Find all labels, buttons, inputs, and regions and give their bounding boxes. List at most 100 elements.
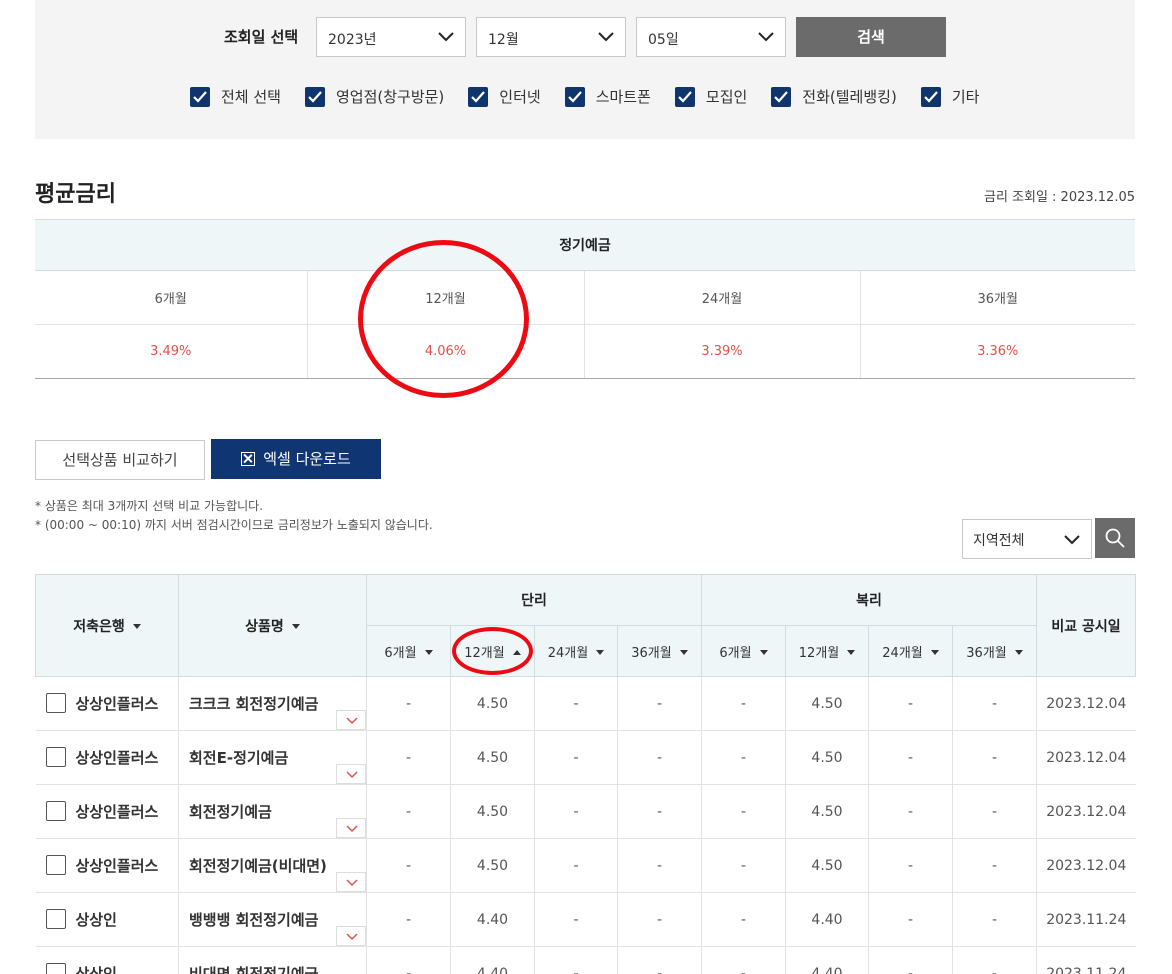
rate-cell-c24: -: [868, 676, 954, 731]
channel-checkbox-etc[interactable]: 기타: [920, 86, 979, 107]
product-name[interactable]: 회전E-정기예금: [189, 749, 288, 767]
table-row: 상상인 비대면 회전정기예금 -4.40- - -4.40- -2023.11.24: [35, 946, 1136, 974]
year-select[interactable]: 2023년: [316, 17, 466, 57]
col-header-compound-6[interactable]: 6개월: [701, 625, 787, 677]
expand-details-button[interactable]: [336, 872, 366, 892]
product-name[interactable]: 회전정기예금: [189, 803, 272, 821]
rate-cell-c12: 4.50: [785, 730, 870, 785]
period-label: 24개월: [547, 645, 589, 661]
rate-cell-c24: -: [868, 730, 954, 785]
rate-cell-s6: -: [366, 838, 451, 893]
col-header-bank[interactable]: 저축은행: [35, 574, 179, 677]
col-header-simple-12[interactable]: 12개월: [450, 625, 535, 677]
rate-cell-s36: -: [617, 784, 703, 839]
channel-checkbox-branch[interactable]: 영업점(창구방문): [304, 86, 445, 107]
average-period-24: 24개월: [584, 270, 861, 325]
search-icon: [1105, 528, 1125, 548]
chevron-down-icon: [438, 32, 454, 42]
rate-cell-s12: 4.50: [450, 838, 535, 893]
product-name[interactable]: 뱅뱅뱅 회전정기예금: [189, 911, 318, 929]
disclosure-date-cell: 2023.12.04: [1036, 838, 1136, 893]
sort-up-icon: [512, 649, 521, 655]
rate-cell-c6: -: [701, 676, 787, 731]
rate-cell-c12: 4.50: [785, 784, 870, 839]
rate-cell-c6: -: [701, 892, 787, 947]
average-period-6: 6개월: [35, 270, 308, 325]
rate-cell-s36: -: [617, 676, 703, 731]
product-name-cell: 회전정기예금(비대면): [178, 838, 367, 893]
row-select-checkbox[interactable]: [45, 801, 66, 821]
excel-download-button[interactable]: 엑셀 다운로드: [211, 439, 381, 479]
row-select-checkbox[interactable]: [45, 909, 66, 929]
rate-cell-c6: -: [701, 730, 787, 785]
col-header-simple-6[interactable]: 6개월: [366, 625, 451, 677]
product-name[interactable]: 회전정기예금(비대면): [189, 857, 327, 875]
checkbox-checked-icon: [304, 86, 325, 107]
rate-cell-c36: -: [952, 838, 1038, 893]
average-rate-category: 정기예금: [35, 219, 1135, 271]
average-period-12: 12개월: [307, 270, 585, 325]
col-header-simple-24[interactable]: 24개월: [534, 625, 618, 677]
bank-name: 상상인: [75, 965, 117, 974]
rate-cell-c24: -: [868, 946, 954, 974]
channel-label: 인터넷: [499, 88, 541, 106]
product-name[interactable]: 비대면 회전정기예금: [189, 965, 318, 974]
expand-details-button[interactable]: [336, 710, 366, 730]
chevron-down-icon: [346, 933, 358, 941]
product-name[interactable]: 크크크 회전정기예금: [189, 695, 318, 713]
col-group-simple-interest: 단리: [365, 574, 703, 626]
day-select[interactable]: 05일: [636, 17, 786, 57]
period-label: 6개월: [384, 645, 417, 661]
rate-cell-c6: -: [701, 838, 787, 893]
region-select[interactable]: 지역전체: [962, 519, 1092, 559]
period-label: 36개월: [631, 645, 672, 661]
rate-cell-s12: 4.50: [450, 784, 535, 839]
search-button[interactable]: 검색: [796, 17, 946, 57]
compare-products-button[interactable]: 선택상품 비교하기: [35, 440, 205, 480]
channel-checkbox-smartphone[interactable]: 스마트폰: [564, 86, 651, 107]
region-search-button[interactable]: [1095, 518, 1135, 558]
bank-name: 상상인플러스: [75, 749, 159, 767]
rate-cell-c36: -: [952, 946, 1038, 974]
day-select-value: 05일: [648, 32, 679, 48]
expand-details-button[interactable]: [336, 926, 366, 946]
col-header-compound-36[interactable]: 36개월: [952, 625, 1038, 677]
note-maintenance: * (00:00 ~ 00:10) 까지 서버 점검시간이므로 금리정보가 노출…: [35, 518, 433, 532]
disclosure-date-cell: 2023.12.04: [1036, 784, 1136, 839]
channel-checkbox-internet[interactable]: 인터넷: [468, 86, 541, 107]
row-select-checkbox[interactable]: [45, 747, 66, 767]
col-header-compound-24[interactable]: 24개월: [868, 625, 954, 677]
channel-label: 모집인: [705, 88, 748, 106]
rate-cell-c6: -: [701, 784, 787, 839]
col-header-product[interactable]: 상품명: [178, 574, 367, 677]
bank-cell: 상상인플러스: [35, 784, 179, 839]
chevron-down-icon: [1064, 535, 1080, 545]
rate-cell-c12: 4.50: [785, 838, 870, 893]
channel-label: 영업점(창구방문): [335, 88, 445, 106]
rate-query-date: 금리 조회일 : 2023.12.05: [983, 190, 1135, 205]
bank-cell: 상상인: [35, 946, 179, 974]
channel-label: 전화(텔레뱅킹): [802, 88, 897, 106]
bank-name: 상상인: [75, 911, 117, 929]
bank-cell: 상상인플러스: [35, 676, 179, 731]
rate-cell-s6: -: [366, 784, 451, 839]
channel-checkbox-all[interactable]: 전체 선택: [190, 86, 281, 107]
rate-cell-c12: 4.50: [785, 676, 870, 731]
month-select[interactable]: 12월: [476, 17, 626, 57]
bank-cell: 상상인플러스: [35, 730, 179, 785]
disclosure-date-cell: 2023.11.24: [1036, 892, 1136, 947]
row-select-checkbox[interactable]: [45, 693, 66, 713]
row-select-checkbox[interactable]: [45, 963, 66, 974]
channel-checkbox-phone[interactable]: 전화(텔레뱅킹): [771, 86, 897, 107]
expand-details-button[interactable]: [336, 764, 366, 784]
col-header-simple-36[interactable]: 36개월: [616, 625, 703, 677]
channel-checkbox-recruiter[interactable]: 모집인: [674, 86, 748, 107]
row-select-checkbox[interactable]: [45, 855, 66, 875]
checkbox-checked-icon: [771, 86, 792, 107]
col-header-compound-12[interactable]: 12개월: [785, 625, 870, 677]
rate-cell-s36: -: [617, 892, 703, 947]
expand-details-button[interactable]: [336, 818, 366, 838]
sort-down-icon: [1014, 649, 1023, 655]
chevron-down-icon: [598, 32, 614, 42]
sort-down-icon: [291, 623, 300, 629]
